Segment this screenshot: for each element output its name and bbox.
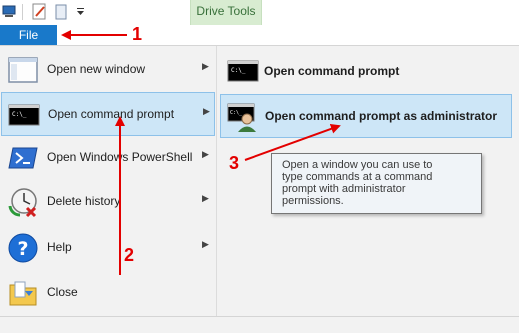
annotation-step-1: 1 bbox=[132, 24, 143, 44]
annotation-overlay bbox=[61, 30, 341, 275]
annotation-step-3: 3 bbox=[229, 153, 240, 173]
annotation-arrow-3 bbox=[244, 124, 341, 161]
annotation-step-2: 2 bbox=[124, 245, 135, 265]
